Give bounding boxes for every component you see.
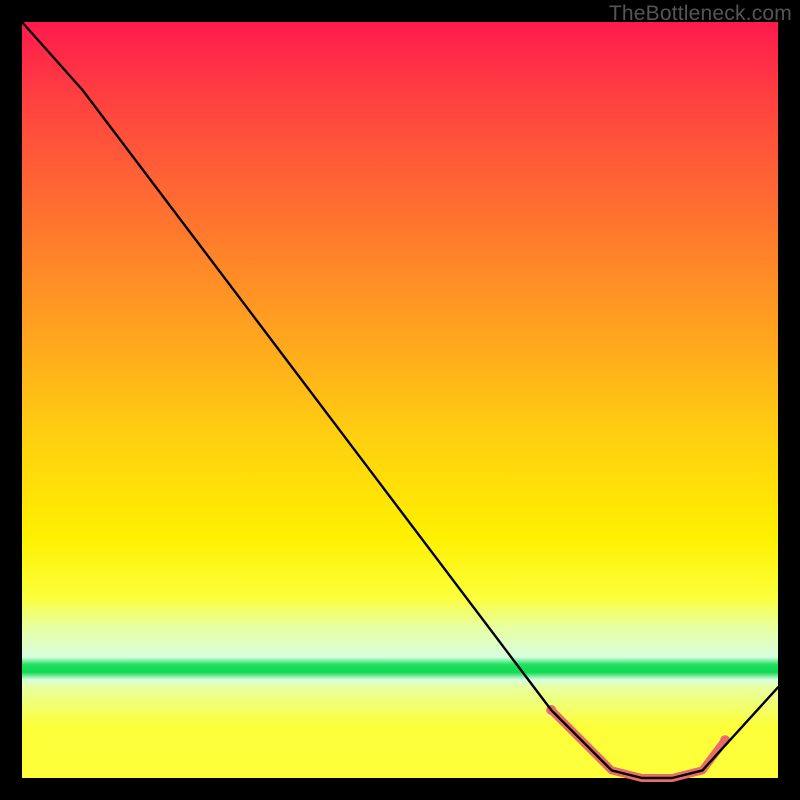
- chart-svg: [22, 22, 778, 778]
- highlight-segment: [546, 705, 730, 778]
- watermark-text: TheBottleneck.com: [609, 2, 792, 26]
- chart-frame: TheBottleneck.com: [0, 0, 800, 800]
- main-curve: [22, 22, 778, 778]
